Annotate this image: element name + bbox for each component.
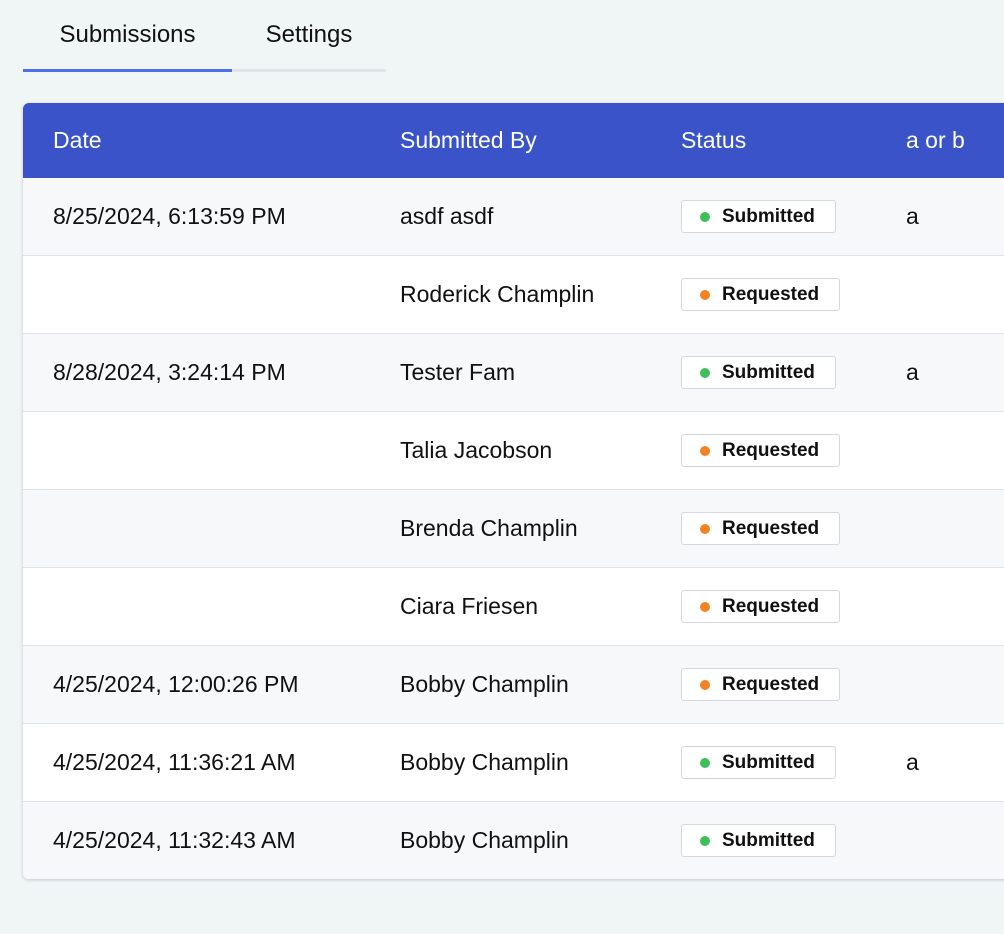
cell-status: Requested (681, 590, 841, 623)
cell-submitted-by: Bobby Champlin (400, 749, 569, 775)
cell-submitted-by: Talia Jacobson (400, 437, 553, 463)
table-row[interactable]: 4/25/2024, 11:32:43 AM Bobby Champlin Subm… (23, 801, 1004, 879)
status-badge: Submitted (681, 824, 836, 857)
cell-submitted-by: Roderick Champlin (400, 281, 595, 307)
cell-submitted-by: Ciara Friesen (400, 593, 539, 619)
status-label: Requested (722, 673, 820, 695)
status-label: Submitted (722, 829, 815, 851)
status-label: Requested (722, 283, 820, 305)
status-badge: Requested (681, 668, 841, 701)
status-dot-icon (700, 835, 710, 846)
cell-status: Requested (681, 512, 841, 545)
status-dot-icon (700, 445, 710, 456)
cell-status: Submitted (681, 200, 836, 233)
status-label: Submitted (722, 361, 815, 383)
table-row[interactable]: 8/28/2024, 3:24:14 PM Tester Fam Submitted… (23, 333, 1004, 411)
column-header-submitted-by[interactable]: Submitted By (400, 127, 537, 154)
cell-status: Submitted (681, 356, 836, 389)
status-dot-icon (700, 757, 710, 768)
cell-date: 4/25/2024, 12:00:26 PM (53, 671, 299, 697)
status-dot-icon (700, 523, 710, 534)
status-label: Requested (722, 439, 820, 461)
status-dot-icon (700, 601, 710, 612)
cell-submitted-by: Brenda Champlin (400, 515, 578, 541)
column-header-a-or-b[interactable]: a or b (906, 127, 965, 154)
status-label: Requested (722, 595, 820, 617)
cell-submitted-by: asdf asdf (400, 203, 494, 229)
cell-status: Requested (681, 434, 841, 467)
table-row[interactable]: Talia Jacobson Requested (23, 411, 1004, 489)
status-badge: Submitted (681, 746, 836, 779)
cell-submitted-by: Bobby Champlin (400, 827, 569, 853)
cell-status: Requested (681, 668, 841, 701)
status-badge: Submitted (681, 200, 836, 233)
status-badge: Requested (681, 278, 841, 311)
cell-status: Requested (681, 278, 841, 311)
tab-submissions[interactable]: Submissions (23, 0, 232, 72)
status-badge: Requested (681, 590, 841, 623)
cell-status: Submitted (681, 746, 836, 779)
status-dot-icon (700, 367, 710, 378)
cell-submitted-by: Bobby Champlin (400, 671, 569, 697)
status-dot-icon (700, 211, 710, 222)
cell-a-or-b: a (906, 359, 919, 385)
cell-status: Submitted (681, 824, 836, 857)
status-dot-icon (700, 289, 710, 300)
status-label: Requested (722, 517, 820, 539)
table-row[interactable]: 4/25/2024, 11:36:21 AM Bobby Champlin Subm… (23, 723, 1004, 801)
table-row[interactable]: Roderick Champlin Requested (23, 255, 1004, 333)
table-row[interactable]: 8/25/2024, 6:13:59 PM asdf asdf Submitted a (23, 178, 1004, 255)
column-header-status[interactable]: Status (681, 127, 746, 154)
cell-date: 8/28/2024, 3:24:14 PM (53, 359, 286, 385)
submissions-table: Date Submitted By Status a or b 8/25/202… (23, 103, 1004, 879)
cell-date: 4/25/2024, 11:32:43 AM (53, 827, 296, 853)
cell-a-or-b: a (906, 749, 919, 775)
status-badge: Requested (681, 434, 841, 467)
status-label: Submitted (722, 751, 815, 773)
status-label: Submitted (722, 205, 815, 227)
table-row[interactable]: 4/25/2024, 12:00:26 PM Bobby Champlin Requ… (23, 645, 1004, 723)
cell-a-or-b: a (906, 203, 919, 229)
status-dot-icon (700, 679, 710, 690)
table-row[interactable]: Brenda Champlin Requested (23, 489, 1004, 567)
table-row[interactable]: Ciara Friesen Requested (23, 567, 1004, 645)
table-body: 8/25/2024, 6:13:59 PM asdf asdf Submitted a… (23, 178, 1004, 879)
column-header-date[interactable]: Date (53, 127, 102, 154)
status-badge: Requested (681, 512, 841, 545)
status-badge: Submitted (681, 356, 836, 389)
tab-settings[interactable]: Settings (232, 0, 386, 72)
cell-date: 8/25/2024, 6:13:59 PM (53, 203, 286, 229)
cell-submitted-by: Tester Fam (400, 359, 516, 385)
table-header: Date Submitted By Status a or b (23, 103, 1004, 178)
tab-bar: Submissions Settings (23, 0, 386, 74)
cell-date: 4/25/2024, 11:36:21 AM (53, 749, 296, 775)
